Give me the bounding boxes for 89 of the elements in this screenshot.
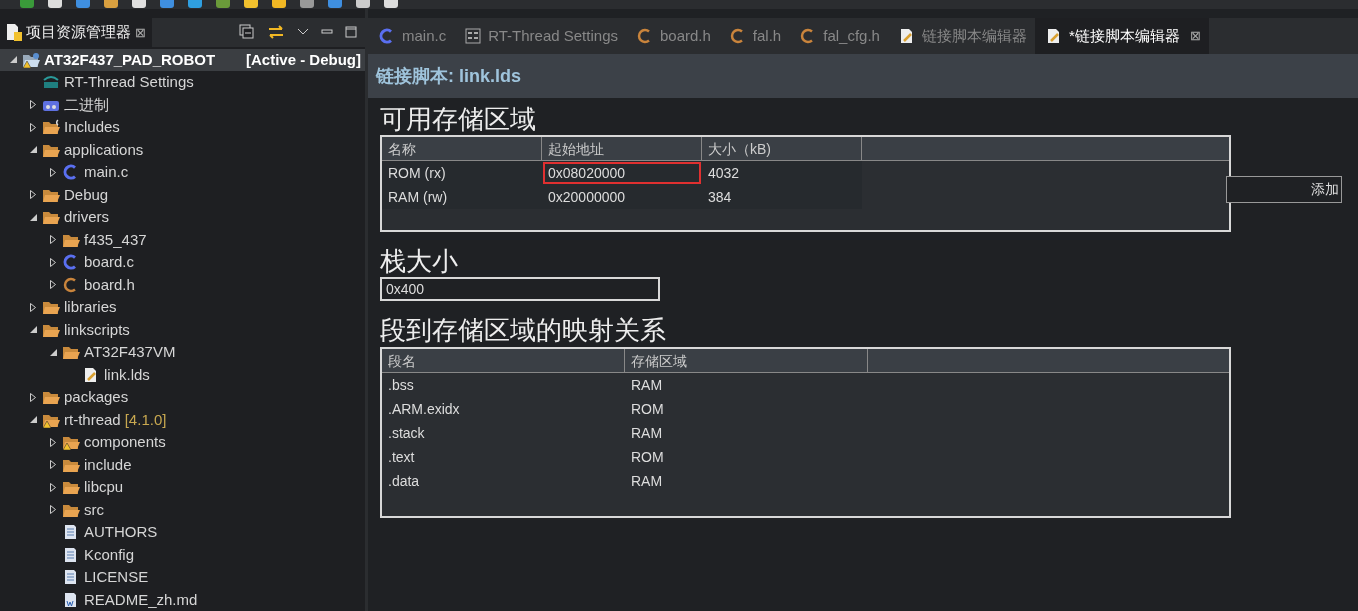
table-cell: 4032 <box>702 161 862 186</box>
expanded-arrow-icon[interactable] <box>29 416 37 424</box>
settings-form-icon <box>464 28 483 44</box>
table-cell-text: RAM <box>630 375 664 395</box>
table-cell-text: ROM <box>630 399 665 419</box>
tree-item[interactable]: AUTHORS <box>0 521 365 544</box>
tree-item[interactable]: rt-thread [4.1.0] <box>0 408 365 431</box>
section-heading: 可用存储区域 <box>380 104 537 136</box>
tree-item[interactable]: components <box>0 431 365 454</box>
link-icon[interactable] <box>267 25 285 40</box>
collapsed-arrow-icon[interactable] <box>30 100 36 110</box>
collapsed-arrow-icon[interactable] <box>30 190 36 200</box>
table-cell-text: .data <box>387 471 421 491</box>
collapsed-arrow-icon[interactable] <box>50 257 56 267</box>
folder-icon <box>42 389 60 406</box>
add-button[interactable]: 添加 <box>1226 176 1342 203</box>
folder-icon <box>42 299 60 316</box>
table-cell: ROM (rx) <box>382 161 542 186</box>
table-cell-text: RAM <box>630 471 664 491</box>
tree-item[interactable]: Debug <box>0 183 365 206</box>
table-cell: RAM (rw) <box>382 185 542 210</box>
tree-item[interactable]: packages <box>0 386 365 409</box>
collapsed-arrow-icon[interactable] <box>50 460 56 470</box>
panel-title[interactable]: 项目资源管理器 <box>26 21 131 44</box>
collapsed-arrow-icon[interactable] <box>50 505 56 515</box>
expanded-arrow-icon[interactable] <box>9 56 17 64</box>
table-cell-text: ROM <box>630 447 665 467</box>
section-heading: 栈大小 <box>380 246 459 278</box>
document-icon <box>6 23 22 42</box>
tree-item[interactable]: Kconfig <box>0 543 365 566</box>
minimize-icon[interactable] <box>321 29 333 36</box>
expanded-arrow-icon[interactable] <box>29 213 37 221</box>
chevron-down-icon[interactable] <box>297 28 309 37</box>
table-cell: 384 <box>702 185 862 210</box>
tree-item[interactable]: applications <box>0 138 365 161</box>
editor-title: 链接脚本: link.lds <box>368 54 1358 98</box>
tree-item[interactable]: drivers <box>0 206 365 229</box>
collapsed-arrow-icon[interactable] <box>50 235 56 245</box>
collapsed-arrow-icon[interactable] <box>50 482 56 492</box>
close-icon[interactable]: ⊠ <box>135 22 146 42</box>
tree-item[interactable]: README_zh.md <box>0 588 365 611</box>
table-cell-text: .text <box>387 447 416 467</box>
table-cell-text: RAM <box>630 423 664 443</box>
folder-icon <box>42 209 60 226</box>
table-cell-text: .ARM.exidx <box>387 399 461 419</box>
tree-item[interactable]: linkscripts <box>0 318 365 341</box>
editor-tab[interactable]: *链接脚本编辑器 ⊠ <box>1034 18 1209 54</box>
table-cell: 0x20000000 <box>542 185 702 210</box>
stack-size-field[interactable]: 0x400 <box>380 277 660 302</box>
tree-item[interactable]: libraries <box>0 296 365 319</box>
expanded-arrow-icon[interactable] <box>49 348 57 356</box>
column-header: 起始地址 <box>542 137 702 161</box>
tree-item[interactable]: LICENSE <box>0 566 365 589</box>
collapsed-arrow-icon[interactable] <box>30 392 36 402</box>
column-header: 段名 <box>382 348 625 372</box>
tree-item[interactable]: libcpu <box>0 476 365 499</box>
collapsed-arrow-icon[interactable] <box>30 302 36 312</box>
collapsed-arrow-icon[interactable] <box>50 437 56 447</box>
section-heading: 段到存储区域的映射关系 <box>380 315 667 347</box>
collapsed-arrow-icon[interactable] <box>30 122 36 132</box>
maximize-icon[interactable] <box>345 26 357 39</box>
collapsed-arrow-icon[interactable] <box>50 280 56 290</box>
table-cell-text: .bss <box>387 375 415 395</box>
tree-item[interactable]: main.c <box>0 161 365 184</box>
tree-item[interactable]: board.h <box>0 273 365 296</box>
column-header: 大小（kB) <box>702 137 862 161</box>
tree-item[interactable]: link.lds <box>0 363 365 386</box>
column-header: 名称 <box>382 137 542 161</box>
folder-icon <box>62 479 80 496</box>
table-cell: 0x08020000 <box>542 161 702 186</box>
collapsed-arrow-icon[interactable] <box>50 167 56 177</box>
tree-item[interactable]: src <box>0 498 365 521</box>
column-header: 存储区域 <box>625 348 868 372</box>
tree-item[interactable]: Includes <box>0 116 365 139</box>
tree-item[interactable]: board.c <box>0 251 365 274</box>
tree-item[interactable]: include <box>0 453 365 476</box>
collapse-all-icon[interactable] <box>239 24 255 41</box>
close-icon[interactable]: ⊠ <box>1189 26 1201 46</box>
expanded-arrow-icon[interactable] <box>29 146 37 154</box>
expanded-arrow-icon[interactable] <box>29 326 37 334</box>
folder-icon <box>42 119 60 136</box>
tree-item[interactable]: RT-Thread Settings <box>0 71 365 94</box>
tree-item[interactable]: AT32F437_PAD_ROBOT [Active - Debug] <box>0 48 365 71</box>
table-cell-text: .stack <box>387 423 426 443</box>
folder-icon <box>62 344 80 361</box>
tree-item[interactable]: f435_437 <box>0 228 365 251</box>
rt-logo-icon <box>42 74 60 91</box>
tree-item[interactable]: 二进制 <box>0 93 365 116</box>
tree-item[interactable]: AT32F437VM <box>0 341 365 364</box>
